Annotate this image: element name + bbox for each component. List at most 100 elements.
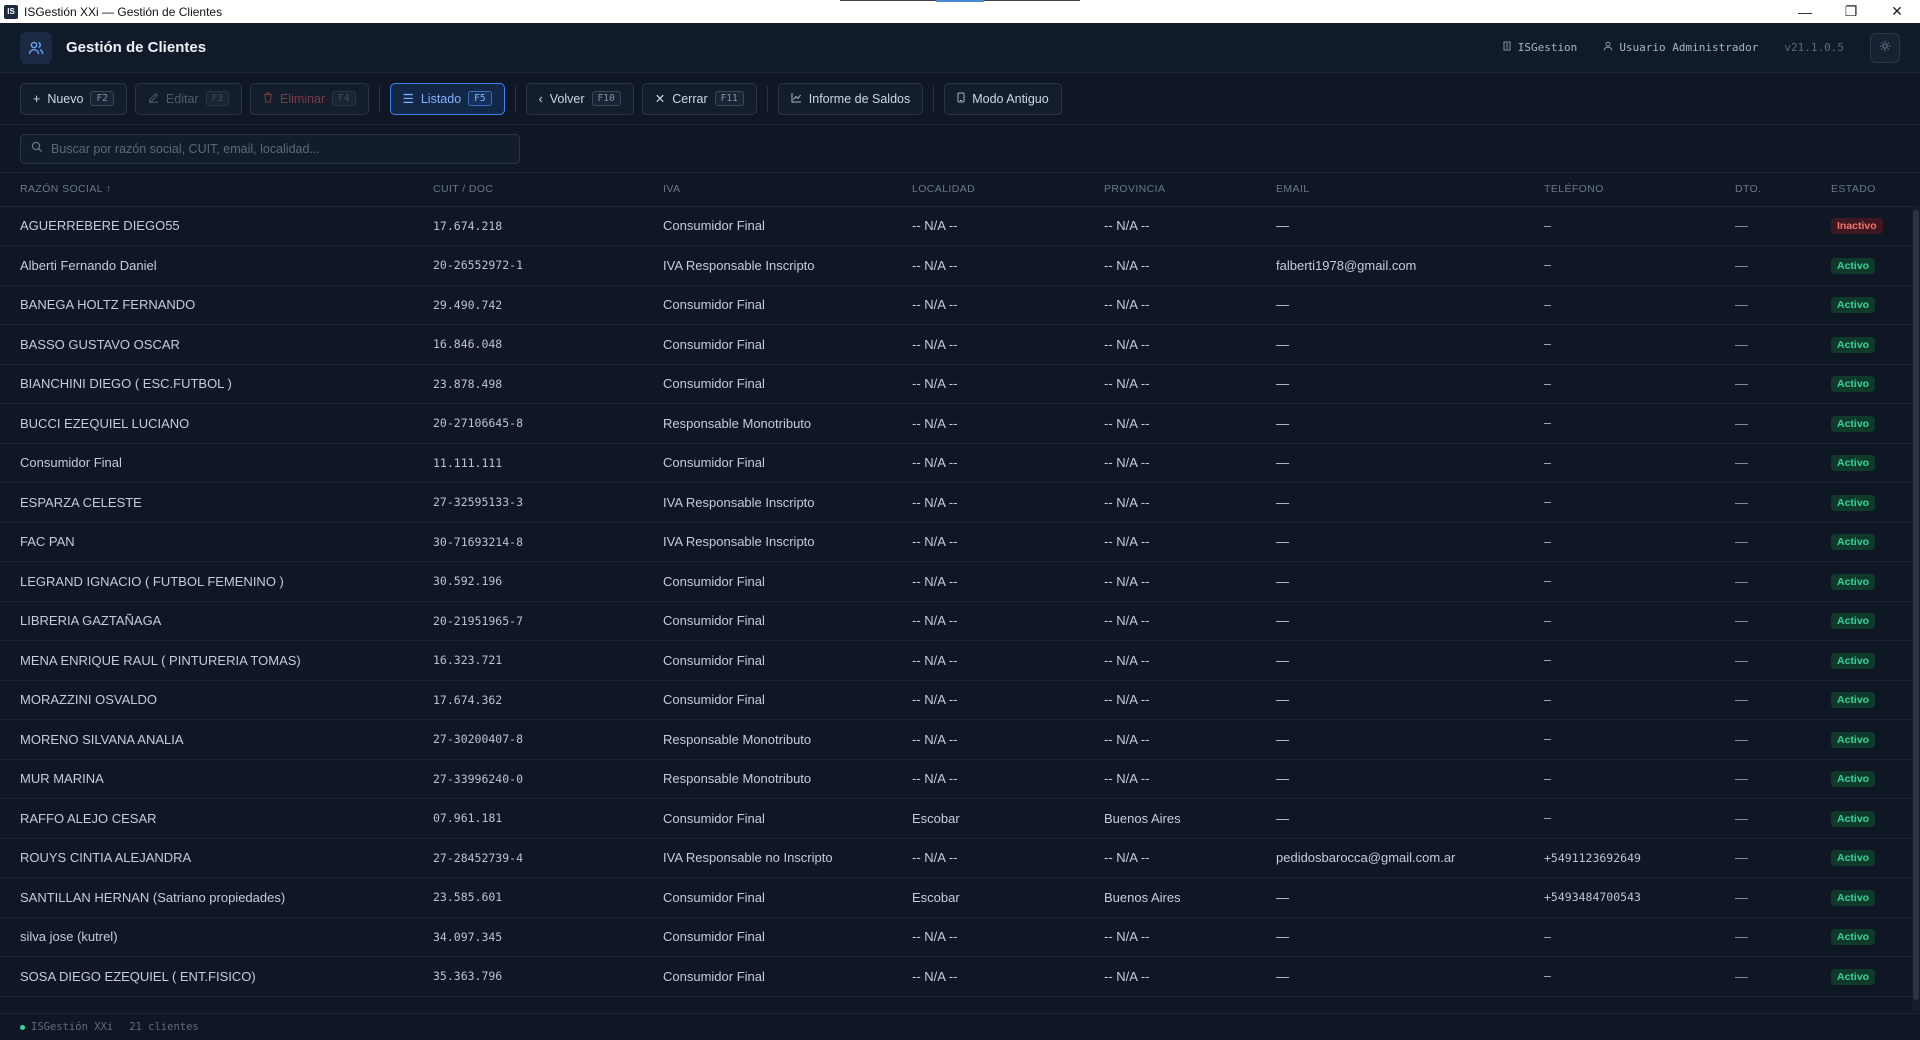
table-row[interactable]: ESPARZA CELESTE 27-32595133-3 IVA Responsa… [0, 482, 1912, 523]
cell-localidad: -- N/A -- [892, 561, 1084, 602]
modo-antiguo-button[interactable]: Modo Antiguo [944, 82, 1062, 115]
cell-estado: Activo [1811, 285, 1912, 325]
table-scrollbar[interactable] [1912, 206, 1920, 1011]
search-input[interactable] [51, 141, 509, 156]
trash-icon [263, 92, 273, 106]
table-header-row: RAZÓN SOCIAL ↑ CUIT / DOC IVA LOCALIDAD … [0, 173, 1912, 207]
table-row[interactable]: ROUYS CINTIA ALEJANDRA 27-28452739-4 IVA R… [0, 838, 1912, 878]
users-icon [20, 31, 52, 64]
cell-telefono: – [1524, 601, 1715, 641]
cell-dto: — [1715, 206, 1811, 246]
cell-dto: — [1715, 798, 1811, 839]
cell-localidad: -- N/A -- [892, 522, 1084, 562]
cell-telefono: – [1524, 917, 1715, 957]
cell-iva: Consumidor Final [643, 601, 892, 641]
cell-iva: Consumidor Final [643, 640, 892, 681]
toolbar-divider [378, 85, 380, 112]
page-title: Gestión de Clientes [66, 39, 207, 56]
monitor-icon [957, 92, 965, 106]
cell-iva: Consumidor Final [643, 917, 892, 957]
table-row[interactable]: MENA ENRIQUE RAUL ( PINTURERIA TOMAS) 16.… [0, 640, 1912, 681]
cell-localidad: -- N/A -- [892, 403, 1084, 444]
table-row[interactable]: AGUERREBERE DIEGO55 17.674.218 Consumidor … [0, 206, 1912, 246]
cell-email: — [1256, 719, 1524, 760]
close-window-button[interactable]: ✕ [1874, 0, 1920, 23]
cell-provincia: -- N/A -- [1084, 522, 1256, 562]
table-row[interactable]: SANTILLAN HERNAN (Satriano propiedades) 2… [0, 877, 1912, 918]
table-row[interactable]: BUCCI EZEQUIEL LUCIANO 20-27106645-8 Respo… [0, 403, 1912, 444]
status-app: ISGestión XXi [20, 1021, 113, 1033]
table-row[interactable]: LEGRAND IGNACIO ( FUTBOL FEMENINO ) 30.59… [0, 561, 1912, 602]
cell-estado: Inactivo [1811, 206, 1912, 246]
cell-iva: Responsable Monotributo [643, 759, 892, 799]
cell-razon-social: AGUERREBERE DIEGO55 [0, 206, 413, 246]
cell-provincia: -- N/A -- [1084, 364, 1256, 404]
table-row[interactable]: BANEGA HOLTZ FERNANDO 29.490.742 Consumido… [0, 285, 1912, 325]
theme-toggle-button[interactable] [1870, 32, 1900, 63]
table-row[interactable]: RAFFO ALEJO CESAR 07.961.181 Consumidor Fi… [0, 798, 1912, 839]
cell-estado: Activo [1811, 956, 1912, 997]
informe-saldos-button[interactable]: Informe de Saldos [777, 82, 924, 115]
cell-estado: Activo [1811, 561, 1912, 602]
cell-dto: — [1715, 640, 1811, 681]
table-row[interactable]: MUR MARINA 27-33996240-0 Responsable Monot… [0, 759, 1912, 799]
cell-dto: — [1715, 759, 1811, 799]
volver-button[interactable]: ‹ Volver F10 [525, 82, 634, 115]
status-badge: Activo [1831, 850, 1876, 867]
nuevo-button[interactable]: + Nuevo F2 [20, 82, 127, 115]
column-header-estado[interactable]: ESTADO [1811, 173, 1912, 207]
cell-localidad: -- N/A -- [892, 640, 1084, 681]
cell-razon-social: SOSA DIEGO EZEQUIEL ( ENT.FISICO) [0, 956, 413, 997]
cell-email: — [1256, 798, 1524, 839]
cell-cuit: 17.674.362 [413, 680, 643, 720]
table-row[interactable]: FAC PAN 30-71693214-8 IVA Responsable Insc… [0, 522, 1912, 562]
cell-cuit: 23.585.601 [413, 877, 643, 918]
table-row[interactable]: LIBRERIA GAZTAÑAGA 20-21951965-7 Consumido… [0, 601, 1912, 641]
cell-cuit: 20-21951965-7 [413, 601, 643, 641]
column-header-cuit[interactable]: CUIT / DOC [413, 173, 643, 207]
cell-dto: — [1715, 324, 1811, 365]
taskbar-indicator [840, 0, 1080, 2]
column-header-razon-social[interactable]: RAZÓN SOCIAL ↑ [0, 173, 413, 207]
table-row[interactable]: MORENO SILVANA ANALIA 27-30200407-8 Respon… [0, 719, 1912, 760]
cell-localidad: -- N/A -- [892, 245, 1084, 286]
cell-email: pedidosbarocca@gmail.com.ar [1256, 838, 1524, 878]
cerrar-button[interactable]: ✕ Cerrar F11 [641, 82, 757, 115]
table-row[interactable]: MORAZZINI OSVALDO 17.674.362 Consumidor Fi… [0, 680, 1912, 720]
cell-telefono: – [1524, 719, 1715, 760]
cell-cuit: 16.846.048 [413, 324, 643, 365]
column-header-provincia[interactable]: PROVINCIA [1084, 173, 1256, 207]
column-header-dto[interactable]: DTO. [1715, 173, 1811, 207]
table-row[interactable]: BIANCHINI DIEGO ( ESC.FUTBOL ) 23.878.498… [0, 364, 1912, 404]
scrollbar-thumb[interactable] [1913, 210, 1919, 1000]
cell-razon-social: BASSO GUSTAVO OSCAR [0, 324, 413, 365]
cell-email: — [1256, 324, 1524, 365]
table-row[interactable]: silva jose (kutrel) 34.097.345 Consumidor … [0, 917, 1912, 957]
close-icon: ✕ [654, 92, 666, 106]
column-header-telefono[interactable]: TELÉFONO [1524, 173, 1715, 207]
chevron-left-icon: ‹ [538, 91, 543, 106]
editar-button[interactable]: Editar F3 [134, 82, 243, 115]
table-row[interactable]: Alberti Fernando Daniel 20-26552972-1 IVA … [0, 245, 1912, 286]
cell-iva: Consumidor Final [643, 324, 892, 365]
cell-estado: Activo [1811, 324, 1912, 365]
cell-cuit: 27-33996240-0 [413, 759, 643, 799]
table-row[interactable]: BASSO GUSTAVO OSCAR 16.846.048 Consumidor … [0, 324, 1912, 365]
eliminar-button[interactable]: Eliminar F4 [250, 82, 369, 115]
maximize-button[interactable]: ❐ [1828, 0, 1874, 23]
cell-email: — [1256, 522, 1524, 562]
cell-razon-social: ESPARZA CELESTE [0, 482, 413, 523]
cell-razon-social: SANTILLAN HERNAN (Satriano propiedades) [0, 877, 413, 918]
cell-telefono: – [1524, 324, 1715, 365]
table-row[interactable]: Consumidor Final 11.111.111 Consumidor Fin… [0, 443, 1912, 483]
cell-dto: — [1715, 285, 1811, 325]
column-header-email[interactable]: EMAIL [1256, 173, 1524, 207]
cell-estado: Activo [1811, 403, 1912, 444]
cell-provincia: Buenos Aires [1084, 798, 1256, 839]
listado-button[interactable]: ☰ Listado F5 [389, 82, 505, 115]
minimize-button[interactable]: — [1782, 0, 1828, 23]
column-header-localidad[interactable]: LOCALIDAD [892, 173, 1084, 207]
cell-estado: Activo [1811, 680, 1912, 720]
table-row[interactable]: SOSA DIEGO EZEQUIEL ( ENT.FISICO) 35.363.… [0, 956, 1912, 997]
column-header-iva[interactable]: IVA [643, 173, 892, 207]
